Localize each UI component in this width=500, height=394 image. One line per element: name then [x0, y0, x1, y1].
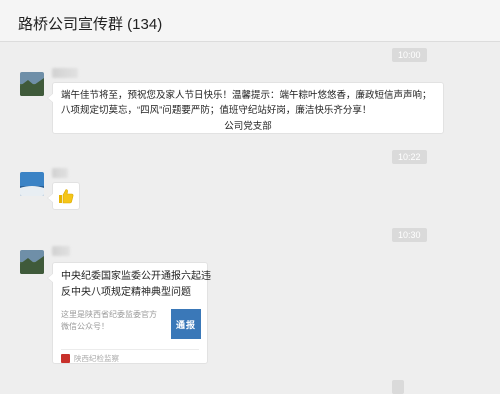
sender-name — [52, 68, 78, 78]
sender-name — [52, 168, 68, 178]
sender-name — [52, 246, 70, 256]
card-thumbnail: 通报 — [171, 309, 201, 339]
message-signature: 公司党支部 — [224, 121, 272, 132]
card-title: 中央纪委国家监委公开通报六起违反中央八项规定精神典型问题 — [61, 271, 211, 298]
emoji-bubble[interactable] — [47, 182, 80, 210]
article-card[interactable]: 中央纪委国家监委公开通报六起违反中央八项规定精神典型问题 这里是陕西省纪委监委官… — [47, 262, 211, 364]
message-text: 端午佳节将至，预祝您及家人节日快乐！温馨提示：端午粽叶悠悠香，廉政短信声声响；八… — [61, 90, 432, 116]
card-footer: 陕西纪检监察 — [61, 353, 119, 364]
chat-title[interactable]: 路桥公司宣传群 (134) — [18, 13, 162, 34]
timestamp: 10:30 — [392, 228, 427, 242]
card-divider — [61, 349, 199, 350]
source-logo-icon — [61, 354, 70, 363]
card-description: 这里是陕西省纪委监委官方微信公众号！ — [61, 310, 157, 331]
avatar[interactable] — [20, 172, 44, 196]
chat-header: 路桥公司宣传群 (134) — [0, 0, 500, 42]
avatar[interactable] — [20, 72, 44, 96]
card-source: 陕西纪检监察 — [74, 354, 119, 363]
thumbs-up-icon — [58, 188, 74, 209]
avatar[interactable] — [20, 250, 44, 274]
timestamp: 10:22 — [392, 150, 427, 164]
timestamp — [392, 380, 404, 394]
message-bubble[interactable]: 端午佳节将至，预祝您及家人节日快乐！温馨提示：端午粽叶悠悠香，廉政短信声声响；八… — [47, 82, 444, 134]
timestamp: 10:00 — [392, 48, 427, 62]
card-thumbnail-text: 通报 — [175, 319, 196, 330]
